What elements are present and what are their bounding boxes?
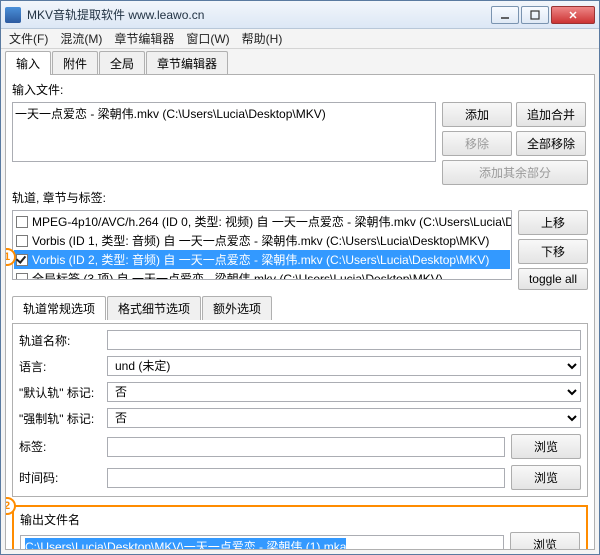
checkbox-icon[interactable] [16,254,28,266]
app-window: MKV音轨提取软件 www.leawo.cn 文件(F) 混流(M) 章节编辑器… [0,0,600,555]
language-label: 语言: [19,358,101,375]
menu-window[interactable]: 窗口(W) [186,30,229,47]
input-files-list[interactable]: 一天一点爱恋 - 梁朝伟.mkv (C:\Users\Lucia\Desktop… [12,102,436,162]
tab-input[interactable]: 输入 [5,51,51,75]
close-button[interactable] [551,6,595,24]
titlebar: MKV音轨提取软件 www.leawo.cn [1,1,599,29]
add-extra-button[interactable]: 添加其余部分 [442,160,588,185]
track-options-panel: 轨道名称: 语言:und (未定) "默认轨" 标记:否 "强制轨" 标记:否 … [12,323,588,497]
input-files-label: 输入文件: [12,81,588,98]
track-name-input[interactable] [107,330,581,350]
track-item-2[interactable]: Vorbis (ID 2, 类型: 音频) 自 一天一点爱恋 - 梁朝伟.mkv… [14,250,510,269]
output-group: 2 输出文件名 C:\Users\Lucia\Desktop\MKV\一天一点爱… [12,505,588,550]
window-title: MKV音轨提取软件 www.leawo.cn [27,6,491,23]
timecode-input[interactable] [107,468,505,488]
menu-chapter-editor[interactable]: 章节编辑器 [114,30,174,47]
tags-browse-button[interactable]: 浏览 [511,434,581,459]
default-flag-select[interactable]: 否 [107,382,581,402]
sub-tabs: 轨道常规选项 格式细节选项 额外选项 [12,296,588,320]
checkbox-icon[interactable] [16,273,28,280]
app-icon [5,7,21,23]
tracks-label: 轨道, 章节与标签: [12,189,588,206]
add-button[interactable]: 添加 [442,102,512,127]
subtab-format[interactable]: 格式细节选项 [107,296,201,320]
language-select[interactable]: und (未定) [107,356,581,376]
minimize-button[interactable] [491,6,519,24]
output-path-input[interactable]: C:\Users\Lucia\Desktop\MKV\一天一点爱恋 - 梁朝伟 … [20,535,504,551]
subtab-extra[interactable]: 额外选项 [202,296,272,320]
timecode-label: 时间码: [19,469,101,486]
input-file-item[interactable]: 一天一点爱恋 - 梁朝伟.mkv (C:\Users\Lucia\Desktop… [15,105,433,122]
menu-help[interactable]: 帮助(H) [242,30,283,47]
default-flag-label: "默认轨" 标记: [19,384,101,401]
append-button[interactable]: 追加合并 [516,102,586,127]
checkbox-icon[interactable] [16,216,28,228]
tab-chapters[interactable]: 章节编辑器 [146,51,228,75]
tracks-list[interactable]: MPEG-4p10/AVC/h.264 (ID 0, 类型: 视频) 自 一天一… [12,210,512,280]
menu-file[interactable]: 文件(F) [9,30,48,47]
move-down-button[interactable]: 下移 [518,239,588,264]
output-label: 输出文件名 [20,511,580,528]
toggle-all-button[interactable]: toggle all [518,268,588,290]
remove-button[interactable]: 移除 [442,131,512,156]
track-item-3[interactable]: 全局标签 (3 项) 自 一天一点爱恋 - 梁朝伟.mkv (C:\Users\… [14,269,510,280]
tags-label: 标签: [19,438,101,455]
main-tabs: 输入 附件 全局 章节编辑器 [5,51,595,75]
timecode-browse-button[interactable]: 浏览 [511,465,581,490]
input-panel: 输入文件: 一天一点爱恋 - 梁朝伟.mkv (C:\Users\Lucia\D… [5,74,595,550]
track-item-0[interactable]: MPEG-4p10/AVC/h.264 (ID 0, 类型: 视频) 自 一天一… [14,212,510,231]
forced-flag-select[interactable]: 否 [107,408,581,428]
subtab-general[interactable]: 轨道常规选项 [12,296,106,320]
tab-attachments[interactable]: 附件 [52,51,98,75]
menu-mux[interactable]: 混流(M) [60,30,102,47]
remove-all-button[interactable]: 全部移除 [516,131,586,156]
tags-input[interactable] [107,437,505,457]
move-up-button[interactable]: 上移 [518,210,588,235]
track-item-1[interactable]: Vorbis (ID 1, 类型: 音频) 自 一天一点爱恋 - 梁朝伟.mkv… [14,231,510,250]
menubar: 文件(F) 混流(M) 章节编辑器 窗口(W) 帮助(H) [1,29,599,49]
tab-global[interactable]: 全局 [99,51,145,75]
track-name-label: 轨道名称: [19,332,101,349]
checkbox-icon[interactable] [16,235,28,247]
callout-2: 2 [5,497,16,515]
output-browse-button[interactable]: 浏览 [510,532,580,550]
maximize-button[interactable] [521,6,549,24]
forced-flag-label: "强制轨" 标记: [19,410,101,427]
